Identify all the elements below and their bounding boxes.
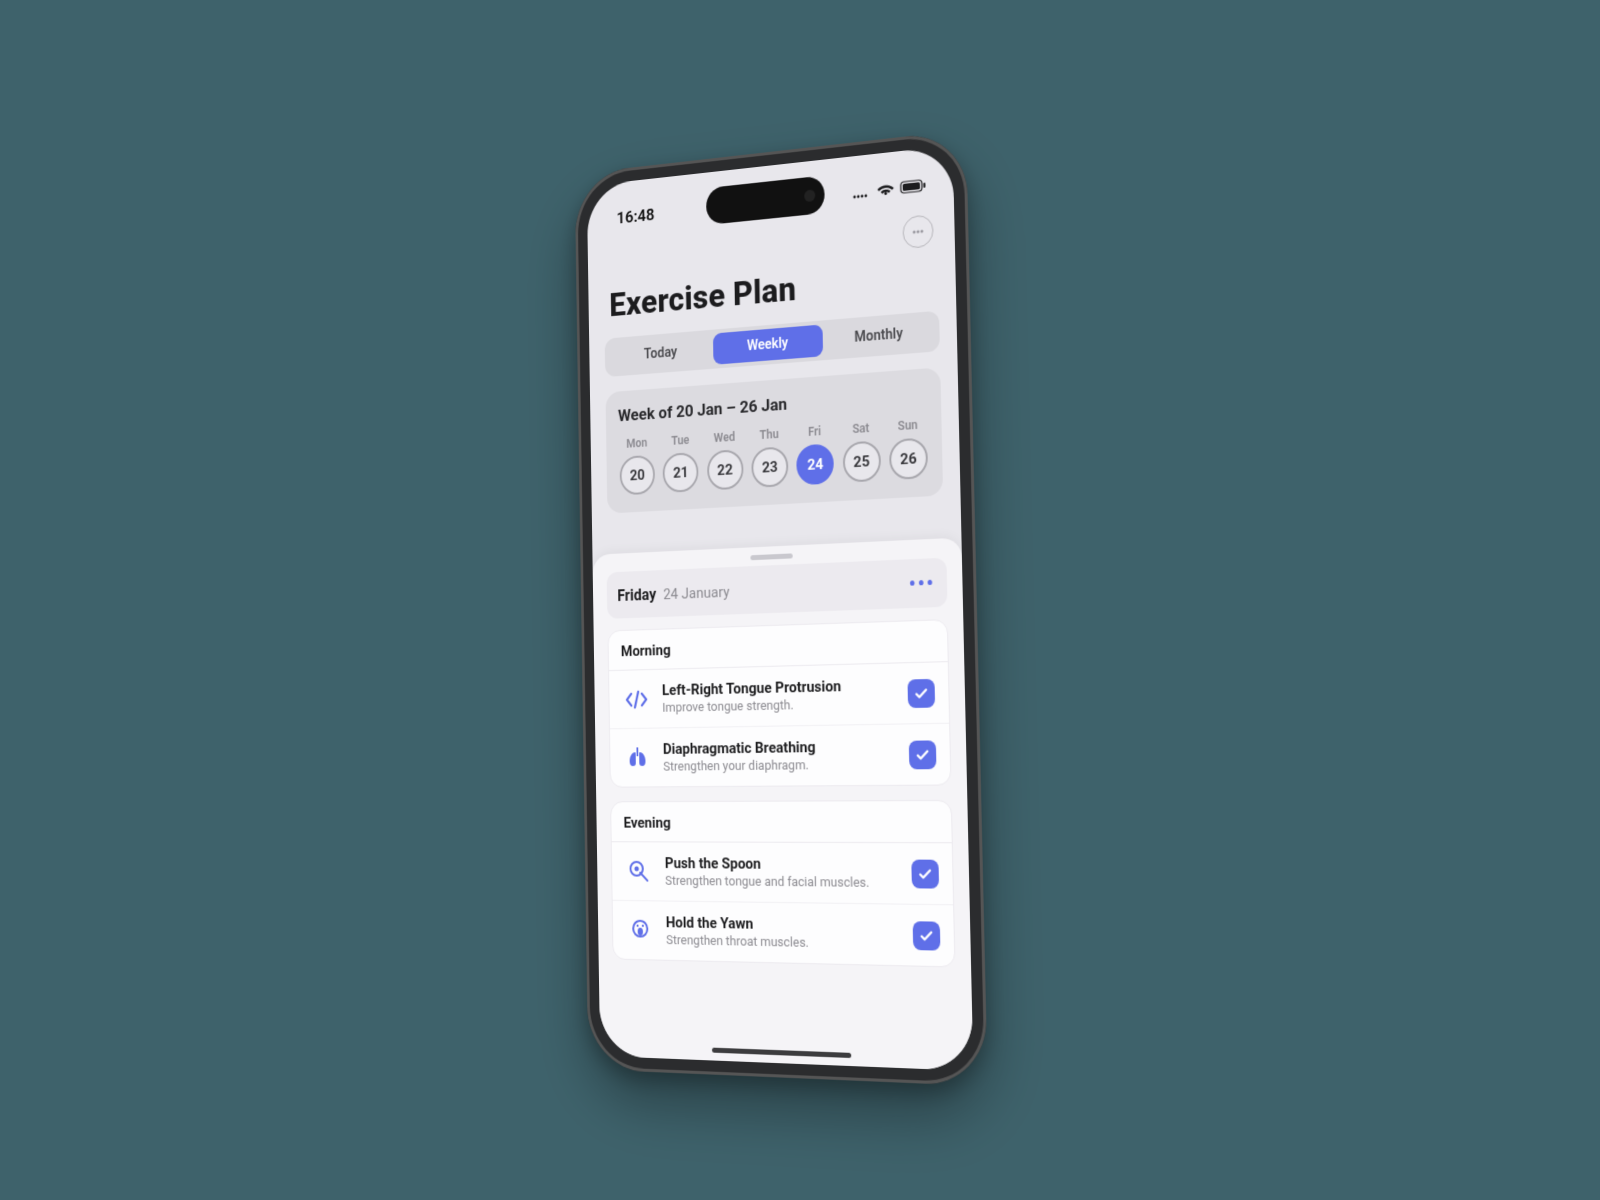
day-name: Sun: [898, 418, 918, 433]
day-number: 24: [796, 443, 834, 485]
exercise-title: Push the Spoon: [665, 854, 900, 874]
status-time: 16:48: [616, 205, 654, 228]
exercise-checkbox[interactable]: [909, 740, 937, 769]
week-card: Week of 20 Jan – 26 Jan Mon 20 Tue 21 We…: [605, 367, 943, 513]
check-icon: [917, 865, 933, 882]
week-day-row: Mon 20 Tue 21 Wed 22 Thu 23: [618, 417, 929, 496]
day-thu[interactable]: Thu 23: [750, 426, 790, 488]
lungs-icon: [622, 741, 652, 775]
battery-icon: [900, 176, 927, 199]
selected-date-row: Friday 24 January •••: [607, 558, 948, 619]
day-number: 20: [620, 455, 656, 496]
check-icon: [919, 927, 935, 944]
day-number: 22: [707, 449, 744, 490]
exercise-title: Hold the Yawn: [666, 913, 902, 935]
day-number: 26: [889, 437, 928, 480]
day-sun[interactable]: Sun 26: [888, 417, 930, 480]
wifi-icon: [877, 180, 894, 202]
tongue-lr-icon: [621, 682, 651, 716]
phone-mockup: 16:48 Exercise Plan: [575, 130, 988, 1087]
home-indicator[interactable]: [712, 1048, 851, 1058]
sheet-grabber[interactable]: [750, 553, 792, 560]
day-sat[interactable]: Sat 25: [841, 420, 882, 483]
exercise-subtitle: Strengthen your diaphragm.: [663, 757, 898, 774]
exercise-title: Left-Right Tongue Protrusion: [662, 676, 896, 699]
day-name: Wed: [714, 430, 735, 445]
section-evening: Evening Push the Spoon Strengthen tongue…: [610, 800, 955, 968]
tab-monthly[interactable]: Monthly: [822, 315, 936, 356]
check-icon: [913, 685, 929, 702]
selected-date: 24 January: [663, 582, 730, 602]
day-wed[interactable]: Wed 22: [705, 429, 744, 490]
day-name: Sat: [852, 421, 869, 436]
exercise-item[interactable]: Diaphragmatic Breathing Strengthen your …: [610, 723, 951, 787]
day-actions-button[interactable]: •••: [908, 570, 935, 596]
exercise-subtitle: Strengthen tongue and facial muscles.: [665, 874, 900, 891]
section-title: Morning: [608, 620, 947, 671]
exercise-subtitle: Improve tongue strength.: [662, 696, 896, 716]
exercise-checkbox[interactable]: [907, 678, 935, 707]
day-mon[interactable]: Mon 20: [618, 435, 656, 495]
header-more-button[interactable]: [902, 214, 933, 249]
exercise-title: Diaphragmatic Breathing: [663, 737, 898, 758]
exercise-item[interactable]: Left-Right Tongue Protrusion Improve ton…: [609, 662, 949, 728]
day-sheet: Friday 24 January ••• Morning: [592, 538, 973, 1072]
ellipsis-icon: [910, 223, 926, 241]
exercise-checkbox[interactable]: [913, 921, 941, 950]
day-number: 23: [751, 446, 788, 488]
tab-today[interactable]: Today: [608, 334, 714, 373]
section-title: Evening: [611, 801, 952, 843]
yawn-icon: [625, 913, 656, 947]
exercise-item[interactable]: Hold the Yawn Strengthen throat muscles.: [613, 900, 955, 967]
exercise-checkbox[interactable]: [911, 859, 939, 888]
day-name: Thu: [760, 427, 779, 442]
day-number: 25: [842, 440, 881, 482]
selected-weekday: Friday: [617, 584, 656, 604]
section-morning: Morning Left-Right Tongue Protrusion Imp…: [607, 619, 951, 788]
spoon-icon: [624, 854, 655, 888]
exercise-item[interactable]: Push the Spoon Strengthen tongue and fac…: [612, 842, 953, 904]
app-screen: 16:48 Exercise Plan: [587, 145, 974, 1071]
exercise-subtitle: Strengthen throat muscles.: [666, 933, 902, 953]
day-name: Tue: [671, 433, 689, 448]
check-icon: [915, 746, 931, 763]
day-number: 21: [663, 452, 699, 493]
